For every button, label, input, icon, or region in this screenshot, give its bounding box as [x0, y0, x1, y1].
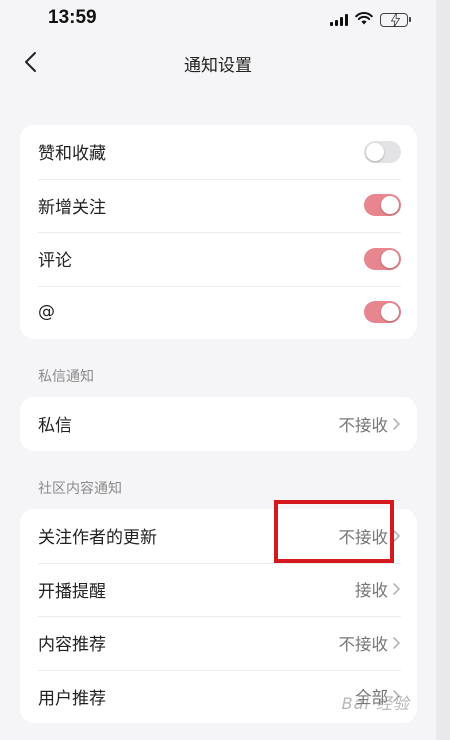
toggle-row-comments: 评论 [20, 232, 417, 286]
interaction-notifications-card: 赞和收藏 新增关注 评论 @ [20, 125, 417, 339]
toggle-row-likes: 赞和收藏 [20, 125, 417, 179]
cellular-signal-icon [330, 13, 348, 26]
page-title: 通知设置 [184, 56, 252, 76]
likes-toggle[interactable] [364, 140, 401, 163]
mentions-toggle[interactable] [364, 301, 401, 324]
section-header-private: 私信通知 [38, 369, 94, 385]
toggle-row-new-follow: 新增关注 [20, 178, 417, 233]
setting-row-private-message[interactable]: 私信 不接收 [20, 397, 417, 451]
nav-bar: 通知设置 [0, 40, 436, 84]
section-header-community: 社区内容通知 [38, 481, 122, 497]
toggle-row-mentions: @ [20, 285, 417, 340]
setting-value: 不接收 [338, 634, 389, 654]
battery-icon [380, 12, 411, 27]
new-follow-toggle[interactable] [364, 194, 401, 217]
app-screen: 13:59 通知设置 赞和收藏 新增关注 评论 @ 私信通知 私信 不接收 社区… [0, 0, 436, 740]
setting-row-live-reminder[interactable]: 开播提醒 接收 [20, 562, 417, 617]
status-time: 13:59 [48, 7, 97, 28]
wifi-icon [355, 10, 373, 29]
comments-toggle[interactable] [364, 247, 401, 270]
screen-edge-strip [436, 0, 450, 740]
watermark: Bai 经验 [341, 694, 410, 713]
chevron-right-icon [393, 583, 401, 596]
setting-row-content-recommend[interactable]: 内容推荐 不接收 [20, 616, 417, 670]
chevron-right-icon [393, 417, 401, 430]
status-icons [330, 10, 411, 29]
setting-value: 不接收 [338, 415, 389, 435]
status-bar: 13:59 [0, 0, 436, 36]
annotation-highlight-box [274, 500, 394, 563]
setting-value: 接收 [355, 581, 388, 601]
private-notifications-card: 私信 不接收 [20, 397, 417, 451]
chevron-right-icon [393, 636, 401, 649]
